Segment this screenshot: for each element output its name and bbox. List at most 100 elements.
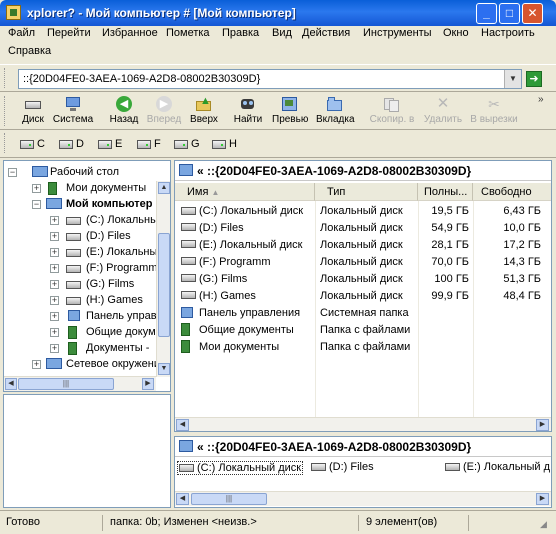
- toolbar-find-button[interactable]: Найти: [231, 94, 265, 125]
- expand-icon[interactable]: +: [50, 280, 59, 289]
- table-row[interactable]: Панель управления Системная папка: [175, 305, 551, 322]
- up-icon: ▲: [195, 95, 213, 112]
- toolbar-system-button[interactable]: Система: [52, 94, 94, 125]
- scroll-left-icon[interactable]: ◀: [176, 419, 189, 431]
- toolbar-grip[interactable]: [4, 133, 7, 153]
- drive-icon: [66, 249, 81, 257]
- minimize-button[interactable]: _: [476, 3, 497, 24]
- toolbar-tab-button[interactable]: Вкладка: [316, 94, 355, 125]
- drive-icon: [66, 233, 81, 241]
- toolbar-cut-button[interactable]: ✂ В вырезки: [470, 94, 518, 125]
- scroll-left-icon[interactable]: ◀: [176, 493, 189, 505]
- chevron-down-icon[interactable]: ▼: [504, 70, 521, 88]
- expand-icon[interactable]: +: [50, 328, 59, 337]
- drive-button-h[interactable]: H: [212, 138, 237, 150]
- expand-icon[interactable]: +: [50, 216, 59, 225]
- scroll-up-icon[interactable]: ▲: [158, 182, 170, 194]
- file-list-pane[interactable]: « ::{20D04FE0-3AEA-1069-A2D8-08002B30309…: [174, 160, 552, 432]
- table-row[interactable]: (F:) Programm Локальный диск 70,0 ГБ 14,…: [175, 254, 551, 271]
- drive-button-c[interactable]: C: [20, 138, 45, 150]
- table-row[interactable]: (H:) Games Локальный диск 99,9 ГБ 48,4 Г…: [175, 288, 551, 305]
- toolbar-back-button[interactable]: ◀ Назад: [106, 94, 142, 125]
- toolbar-copy-to-button[interactable]: Скопир. в: [368, 94, 416, 125]
- expand-icon[interactable]: +: [50, 232, 59, 241]
- table-row[interactable]: (C:) Локальный диск Локальный диск 19,5 …: [175, 203, 551, 220]
- computer-icon: [46, 198, 62, 209]
- go-arrow-icon[interactable]: ➜: [526, 71, 542, 87]
- drive-icon: [174, 139, 188, 149]
- resize-grip-icon[interactable]: ◢: [540, 519, 547, 530]
- menu-tools[interactable]: Инструменты: [363, 27, 432, 39]
- expand-icon[interactable]: +: [50, 248, 59, 257]
- collapse-icon[interactable]: −: [32, 200, 41, 209]
- menu-file[interactable]: Файл: [8, 27, 35, 39]
- tree-vertical-scrollbar[interactable]: ▲ ▼: [156, 181, 170, 377]
- toolbar-up-button[interactable]: ▲ Вверх: [188, 94, 220, 125]
- maximize-button[interactable]: □: [499, 3, 520, 24]
- expand-icon[interactable]: +: [32, 360, 41, 369]
- main-toolbar: Диск Система ◀ Назад ▶ Вперед ▲ Вверх На…: [0, 92, 556, 130]
- menu-view[interactable]: Вид: [272, 27, 292, 39]
- address-input[interactable]: ::{20D04FE0-3AEA-1069-A2D8-08002B30309D}…: [18, 69, 522, 89]
- expand-icon[interactable]: +: [50, 312, 59, 321]
- menu-customize[interactable]: Настроить: [481, 27, 535, 39]
- expand-icon[interactable]: +: [50, 264, 59, 273]
- menu-mark[interactable]: Пометка: [166, 27, 210, 39]
- scroll-down-icon[interactable]: ▼: [158, 363, 170, 375]
- scroll-thumb[interactable]: |||: [191, 493, 267, 505]
- menu-go[interactable]: Перейти: [47, 27, 91, 39]
- table-row[interactable]: (E:) Локальный диск Локальный диск 28,1 …: [175, 237, 551, 254]
- table-row[interactable]: (G:) Films Локальный диск 100 ГБ 51,3 ГБ: [175, 271, 551, 288]
- title-bar: xplorer? - Мой компьютер # [Мой компьюте…: [0, 0, 556, 26]
- scroll-right-icon[interactable]: ▶: [536, 419, 549, 431]
- column-header-total[interactable]: Полны...: [418, 183, 473, 201]
- expand-icon[interactable]: +: [50, 296, 59, 305]
- drive-button-e[interactable]: E: [98, 138, 122, 150]
- folder-tree[interactable]: − Рабочий стол + Мои документы − Мой ком…: [3, 160, 171, 392]
- close-button[interactable]: ✕: [522, 3, 543, 24]
- toolbar-preview-button[interactable]: Превью: [272, 94, 308, 125]
- app-icon: [6, 5, 21, 20]
- table-row[interactable]: (D:) Files Локальный диск 54,9 ГБ 10,0 Г…: [175, 220, 551, 237]
- scroll-right-icon[interactable]: ▶: [536, 493, 549, 505]
- menu-help[interactable]: Справка: [8, 45, 51, 57]
- scroll-thumb[interactable]: [158, 233, 170, 337]
- drive-icon: [311, 463, 326, 472]
- expand-icon[interactable]: +: [32, 184, 41, 193]
- tree-horizontal-scrollbar[interactable]: ◀ ||| ▶: [4, 376, 156, 391]
- scroll-thumb[interactable]: |||: [18, 378, 114, 390]
- list-item[interactable]: (E:) Локальный д: [445, 461, 550, 473]
- toolbar-forward-button[interactable]: ▶ Вперед: [144, 94, 184, 125]
- toolbar-grip[interactable]: [4, 96, 7, 126]
- folder-icon: [181, 323, 190, 336]
- toolbar-delete-button[interactable]: ✕ Удалить: [421, 94, 465, 126]
- column-header-name[interactable]: Имя ▲: [175, 183, 315, 201]
- secondary-horizontal-scrollbar[interactable]: ◀ ||| ▶: [175, 491, 551, 506]
- expand-icon[interactable]: +: [50, 344, 59, 353]
- toolbar-grip[interactable]: [4, 68, 7, 88]
- list-item[interactable]: (C:) Локальный диск: [177, 461, 304, 475]
- table-row[interactable]: Мои документы Папка с файлами: [175, 339, 551, 356]
- column-header-free[interactable]: Свободно: [473, 183, 551, 201]
- network-icon: [46, 358, 62, 369]
- status-text: Готово: [6, 516, 40, 528]
- toolbar-drive-button[interactable]: Диск: [16, 94, 50, 125]
- drive-button-g[interactable]: G: [174, 138, 200, 150]
- pane-path-header: « ::{20D04FE0-3AEA-1069-A2D8-08002B30309…: [175, 161, 551, 181]
- drive-button-f[interactable]: F: [137, 138, 161, 150]
- menu-favorites[interactable]: Избранное: [102, 27, 158, 39]
- menu-actions[interactable]: Действия: [302, 27, 350, 39]
- list-horizontal-scrollbar[interactable]: ◀ ▶: [175, 417, 551, 431]
- table-row[interactable]: Общие документы Папка с файлами: [175, 322, 551, 339]
- list-item[interactable]: (D:) Files: [311, 461, 374, 473]
- collapse-icon[interactable]: −: [8, 168, 17, 177]
- secondary-pane[interactable]: « ::{20D04FE0-3AEA-1069-A2D8-08002B30309…: [174, 436, 552, 508]
- drive-icon: [59, 139, 73, 149]
- menu-window[interactable]: Окно: [443, 27, 469, 39]
- column-header-type[interactable]: Тип: [315, 183, 418, 201]
- scroll-right-icon[interactable]: ▶: [142, 378, 154, 390]
- drive-button-d[interactable]: D: [59, 138, 84, 150]
- chevron-more-icon[interactable]: »: [538, 94, 544, 105]
- menu-edit[interactable]: Правка: [222, 27, 259, 39]
- scroll-left-icon[interactable]: ◀: [5, 378, 17, 390]
